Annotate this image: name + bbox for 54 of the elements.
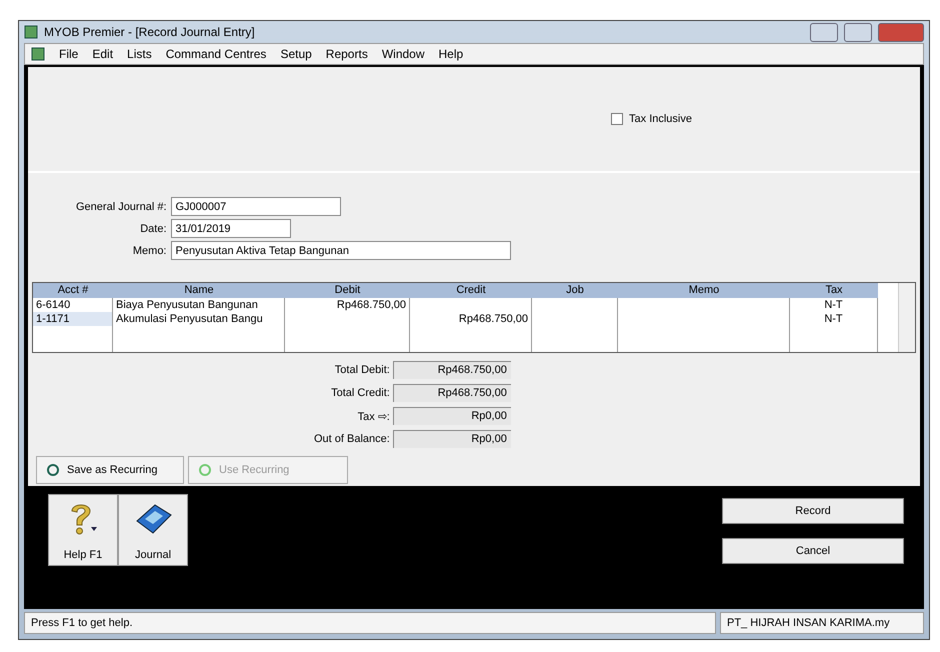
column-header[interactable]: Debit bbox=[285, 283, 410, 298]
table-cell: Biaya Penyusutan Bangunan bbox=[113, 298, 285, 312]
table-cell: 1-1171 bbox=[33, 312, 113, 326]
input-field[interactable]: 31/01/2019 bbox=[170, 219, 290, 238]
total-value: Rp468.750,00 bbox=[392, 361, 511, 379]
column-header[interactable]: Credit bbox=[410, 283, 532, 298]
menu-item[interactable]: Lists bbox=[127, 47, 152, 61]
status-company: PT_ HIJRAH INSAN KARIMA.my bbox=[720, 612, 924, 634]
column-header[interactable]: Name bbox=[113, 283, 285, 298]
recurring-icon bbox=[45, 464, 61, 476]
total-value: Rp0,00 bbox=[392, 430, 511, 448]
column-header[interactable]: Job bbox=[532, 283, 618, 298]
table-cell: Rp468.750,00 bbox=[285, 298, 410, 312]
table-cell: Rp468.750,00 bbox=[410, 312, 532, 326]
status-message: Press F1 to get help. bbox=[24, 612, 716, 634]
column-header[interactable]: Tax bbox=[790, 283, 878, 298]
input-field[interactable]: Penyusutan Aktiva Tetap Bangunan bbox=[170, 241, 510, 260]
field-label: Date: bbox=[139, 222, 166, 234]
checkbox[interactable] bbox=[611, 113, 624, 125]
table-cell: N-T bbox=[790, 312, 878, 326]
app-icon bbox=[31, 47, 45, 61]
menu-item[interactable]: Help bbox=[438, 47, 464, 61]
action-button[interactable]: Record bbox=[722, 498, 904, 524]
scrollbar[interactable] bbox=[898, 283, 915, 352]
checkbox-label: Tax Inclusive bbox=[629, 113, 692, 125]
maximize-button[interactable] bbox=[844, 22, 872, 42]
total-label: Out of Balance: bbox=[314, 433, 390, 445]
total-label: Total Credit: bbox=[330, 387, 390, 399]
menu-item[interactable]: Command Centres bbox=[166, 47, 266, 61]
menu-item[interactable]: Reports bbox=[326, 47, 368, 61]
menu-item[interactable]: Setup bbox=[280, 47, 312, 61]
field-label: General Journal #: bbox=[76, 200, 166, 212]
total-label: Tax ⇨: bbox=[356, 410, 390, 422]
close-button[interactable] bbox=[878, 22, 924, 42]
minimize-button[interactable] bbox=[810, 22, 838, 42]
field-label: Memo: bbox=[132, 244, 166, 256]
menu-item[interactable]: File bbox=[59, 47, 78, 61]
total-label: Total Debit: bbox=[334, 364, 390, 376]
column-header[interactable]: Memo bbox=[618, 283, 790, 298]
menu-item[interactable]: Edit bbox=[92, 47, 114, 61]
table-cell: N-T bbox=[790, 298, 878, 312]
input-field[interactable]: GJ000007 bbox=[170, 197, 340, 216]
table-cell: Akumulasi Penyusutan Bangu bbox=[113, 312, 285, 326]
total-value: Rp468.750,00 bbox=[392, 384, 511, 402]
action-button[interactable]: Cancel bbox=[722, 538, 904, 564]
recurring-button[interactable]: Save as Recurring bbox=[36, 456, 184, 484]
app-icon bbox=[24, 25, 38, 39]
toolbar-button[interactable]: Help F1 bbox=[48, 494, 118, 566]
window-title: MYOB Premier - [Record Journal Entry] bbox=[44, 25, 255, 39]
menu-item[interactable]: Window bbox=[382, 47, 425, 61]
column-header[interactable]: Acct # bbox=[33, 283, 113, 298]
toolbar-button[interactable]: Journal bbox=[118, 494, 188, 566]
total-value: Rp0,00 bbox=[392, 407, 511, 425]
recurring-icon bbox=[197, 464, 213, 476]
